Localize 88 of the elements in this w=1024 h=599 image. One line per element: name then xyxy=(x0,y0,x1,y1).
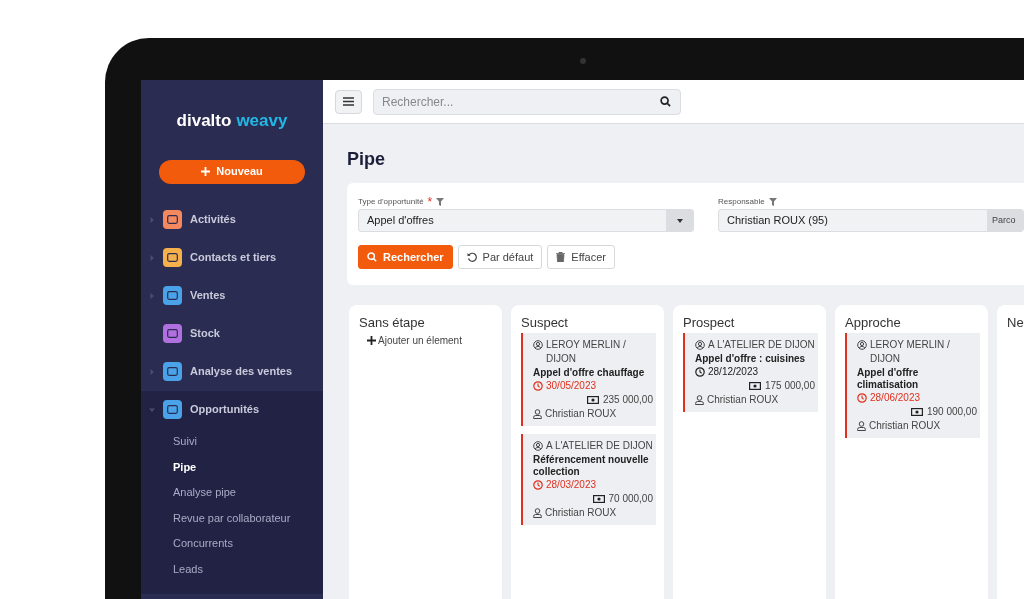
user-icon xyxy=(857,421,866,431)
amount: 235 000,00 xyxy=(602,393,653,407)
caret-icon[interactable] xyxy=(149,406,155,413)
search-icon xyxy=(367,252,377,262)
browse-button[interactable]: Parco xyxy=(987,210,1023,231)
menu-button[interactable] xyxy=(335,89,362,114)
due-date: 30/05/2023 xyxy=(546,379,597,393)
submenu-item[interactable]: Leads xyxy=(173,560,203,577)
column-title: Prospect xyxy=(683,315,736,331)
column-title: Ne xyxy=(1007,315,1024,331)
caret-icon[interactable] xyxy=(149,292,155,299)
clock-icon xyxy=(533,381,543,391)
owner-name: Christian ROUX xyxy=(545,506,617,520)
select-field[interactable]: Appel d'offres xyxy=(358,209,694,232)
owner-name: Christian ROUX xyxy=(545,407,617,421)
user-circle-icon xyxy=(533,340,543,350)
column-title: Approche xyxy=(845,315,902,331)
banknote-icon xyxy=(586,396,599,404)
submenu-item[interactable]: Concurrents xyxy=(173,535,233,552)
user-circle-icon xyxy=(857,340,867,350)
clock-icon xyxy=(695,367,705,377)
clock-icon xyxy=(857,393,867,403)
menu-item[interactable]: Contacts et tiers xyxy=(190,249,277,266)
field-label: Type d'opportunité xyxy=(358,196,424,208)
trash-icon xyxy=(556,252,566,262)
menu-item[interactable]: Analyse des ventes xyxy=(190,363,293,380)
menu-icon xyxy=(343,97,354,106)
banknote-icon xyxy=(910,408,923,416)
caret-icon[interactable] xyxy=(149,368,155,375)
opportunity-card[interactable]: LEROY MERLIN / DIJON Appel d'offre chauffage 30/05/2023 235 000,00 Christian ROUX xyxy=(521,333,656,426)
banknote-icon xyxy=(748,382,761,390)
menu-item[interactable]: Stock xyxy=(190,325,220,342)
opportunity-card[interactable]: LEROY MERLIN / DIJON Appel d'offre climatisation 28/06/2023 190 000,00 Christian ROUX xyxy=(845,333,980,438)
opportunity-title: Référencement nouvelle collection xyxy=(533,454,650,478)
undo-icon xyxy=(466,252,477,262)
owner-name: Christian ROUX xyxy=(869,419,941,433)
menu-item[interactable]: Opportunités xyxy=(190,401,260,418)
required-mark: * xyxy=(427,196,433,208)
search-icon xyxy=(660,95,671,107)
lookup-field[interactable]: Christian ROUX (95) Parco xyxy=(718,209,1024,232)
opportunity-title: Appel d'offre chauffage xyxy=(533,367,646,379)
clock-icon xyxy=(533,480,543,490)
menu-item[interactable]: Ventes xyxy=(190,287,226,304)
banknote-icon xyxy=(592,495,605,503)
caret-icon xyxy=(676,218,683,223)
amount: 190 000,00 xyxy=(926,405,977,419)
user-icon xyxy=(533,409,542,419)
plus-icon xyxy=(367,336,376,345)
dropdown-button[interactable] xyxy=(666,210,693,231)
filter-icon[interactable] xyxy=(768,198,777,206)
company-name: LEROY MERLIN / DIJON xyxy=(546,338,627,366)
menu-item[interactable]: Activités xyxy=(190,211,236,228)
plus-icon xyxy=(201,167,211,176)
amount: 70 000,00 xyxy=(608,492,653,506)
add-item-link[interactable]: Ajouter un élement xyxy=(367,333,462,348)
user-icon xyxy=(533,508,542,518)
due-date: 28/12/2023 xyxy=(708,365,759,379)
opportunity-title: Appel d'offre climatisation xyxy=(857,367,920,391)
owner-name: Christian ROUX xyxy=(707,393,779,407)
amount: 175 000,00 xyxy=(764,379,815,393)
logo-text: divalto xyxy=(176,110,232,132)
company-name: A L'ATELIER DE DIJON xyxy=(546,439,653,453)
field-label: Responsable xyxy=(718,196,765,208)
column-title: Suspect xyxy=(521,315,569,331)
user-circle-icon xyxy=(695,340,705,350)
submenu-item[interactable]: Pipe xyxy=(173,458,197,475)
filter-icon[interactable] xyxy=(436,198,445,206)
due-date: 28/06/2023 xyxy=(870,391,921,405)
caret-icon[interactable] xyxy=(149,216,155,223)
submenu-item[interactable]: Suivi xyxy=(173,433,197,450)
submenu-item[interactable]: Revue par collaborateur xyxy=(173,509,291,526)
opportunity-card[interactable]: A L'ATELIER DE DIJON Référencement nouvelle collection 28/03/2023 70 000,00 Christian ROUX xyxy=(521,434,656,525)
logo-text: weavy xyxy=(236,110,288,132)
company-name: A L'ATELIER DE DIJON xyxy=(708,338,815,352)
company-name: LEROY MERLIN / DIJON xyxy=(870,338,951,366)
user-icon xyxy=(695,395,704,405)
page-title: Pipe xyxy=(347,148,386,171)
camera-icon xyxy=(580,58,586,64)
column-title: Sans étape xyxy=(359,315,426,331)
submenu-item[interactable]: Analyse pipe xyxy=(173,484,236,501)
opportunity-title: Appel d'offre : cuisines xyxy=(695,353,807,365)
due-date: 28/03/2023 xyxy=(546,478,597,492)
caret-icon[interactable] xyxy=(149,254,155,261)
clear-button[interactable]: Effacer xyxy=(547,245,615,269)
search-field[interactable]: Rechercher... xyxy=(373,88,681,115)
opportunity-card[interactable]: A L'ATELIER DE DIJON Appel d'offre : cuisines 28/12/2023 175 000,00 Christian ROUX xyxy=(683,333,818,412)
user-circle-icon xyxy=(533,441,543,451)
reset-button[interactable]: Par défaut xyxy=(457,245,543,269)
